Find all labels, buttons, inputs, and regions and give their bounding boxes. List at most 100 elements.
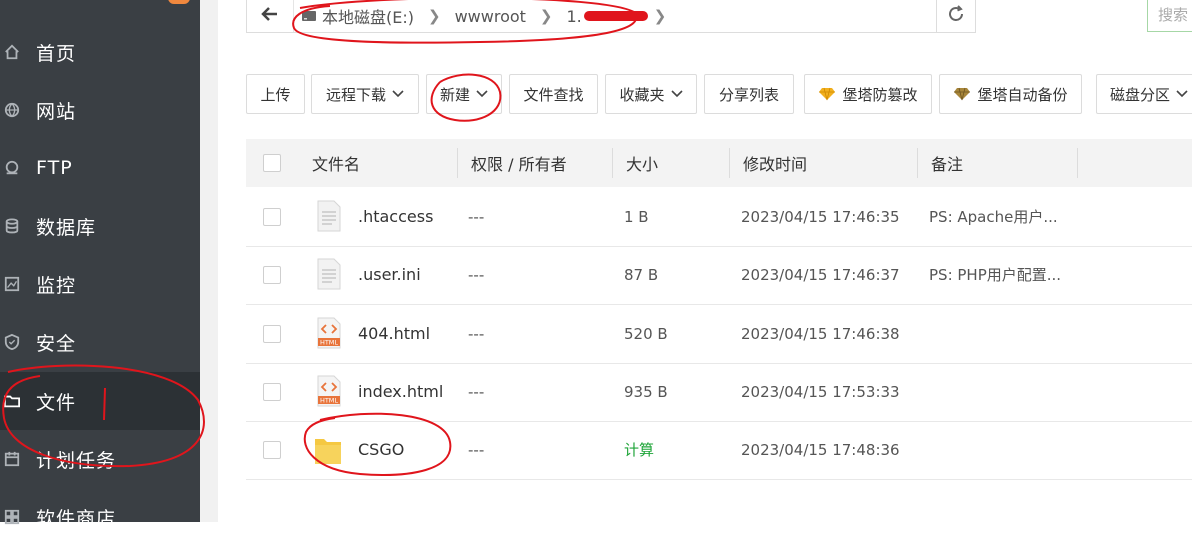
sidebar-item-label: 数据库 (36, 216, 97, 239)
chevron-down-icon (392, 90, 404, 98)
sidebar-item-monitor[interactable]: 监控 (0, 255, 200, 313)
globe-icon (4, 102, 20, 118)
upload-label: 上传 (260, 85, 291, 104)
sidebar: 首页 网站 FTP 数据库 监控 安全 文件 计划任务 软件商店 (0, 0, 200, 530)
sidebar-item-cron[interactable]: 计划任务 (0, 430, 200, 488)
folder-icon (315, 439, 341, 464)
auto-backup-label: 堡塔自动备份 (977, 85, 1068, 104)
column-size[interactable]: 大小 (626, 139, 658, 187)
monitor-icon (4, 276, 20, 292)
ftp-icon (4, 160, 20, 176)
sidebar-item-label: 文件 (36, 391, 77, 414)
refresh-icon (946, 4, 966, 28)
file-mtime: 2023/04/15 17:53:33 (741, 383, 900, 401)
file-name[interactable]: 404.html (358, 305, 430, 363)
new-label: 新建 (439, 85, 470, 104)
sidebar-item-label: 网站 (36, 100, 77, 123)
sidebar-item-website[interactable]: 网站 (0, 81, 200, 139)
breadcrumb-site[interactable]: 1. (567, 7, 648, 26)
column-divider (457, 148, 458, 178)
file-name[interactable]: .user.ini (358, 246, 421, 304)
auto-backup-button[interactable]: 堡塔自动备份 (939, 74, 1082, 114)
file-name[interactable]: .htaccess (358, 188, 433, 246)
file-icon (317, 258, 341, 290)
arrow-left-icon (261, 5, 279, 27)
chevron-right-icon: ❯ (539, 7, 553, 25)
table-row[interactable]: .user.ini --- 87 B 2023/04/15 17:46:37 P… (246, 246, 1192, 305)
row-checkbox[interactable] (263, 266, 281, 284)
share-list-label: 分享列表 (718, 85, 779, 104)
file-permission: --- (468, 266, 485, 284)
breadcrumb-drive[interactable]: 本地磁盘(E:) (322, 4, 414, 28)
file-note: PS: PHP用户配置... (929, 266, 1062, 284)
file-search-button[interactable]: 文件查找 (509, 74, 598, 114)
column-divider (612, 148, 613, 178)
sidebar-item-label: 计划任务 (36, 449, 117, 472)
back-button[interactable] (247, 0, 294, 32)
chevron-right-icon: ❯ (653, 7, 667, 25)
html-file-icon: HTML (317, 375, 341, 407)
sidebar-item-home[interactable]: 首页 (0, 23, 200, 81)
column-permission[interactable]: 权限 / 所有者 (471, 139, 567, 187)
table-row[interactable]: .htaccess --- 1 B 2023/04/15 17:46:35 PS… (246, 188, 1192, 247)
row-checkbox[interactable] (263, 441, 281, 459)
file-name[interactable]: index.html (358, 363, 443, 421)
remote-download-button[interactable]: 远程下载 (311, 74, 419, 114)
html-badge-text: HTML (320, 397, 338, 405)
column-divider (917, 148, 918, 178)
row-checkbox[interactable] (263, 383, 281, 401)
calculate-size-link[interactable]: 计算 (624, 421, 654, 479)
sidebar-item-security[interactable]: 安全 (0, 313, 200, 371)
breadcrumb: 本地磁盘(E:) ❯ wwwroot ❯ 1. ❯ (301, 0, 680, 32)
chevron-down-icon (1176, 90, 1188, 98)
sidebar-item-database[interactable]: 数据库 (0, 197, 200, 255)
share-list-button[interactable]: 分享列表 (704, 74, 794, 114)
column-mtime[interactable]: 修改时间 (743, 139, 807, 187)
column-divider (729, 148, 730, 178)
row-checkbox[interactable] (263, 325, 281, 343)
file-mtime: 2023/04/15 17:46:37 (741, 266, 900, 284)
html-badge-text: HTML (320, 339, 338, 347)
calendar-icon (4, 451, 20, 467)
column-name[interactable]: 文件名 (312, 139, 360, 187)
search-input[interactable]: 搜索 (1147, 0, 1192, 32)
file-permission: --- (468, 208, 485, 226)
file-icon (317, 200, 341, 232)
row-checkbox[interactable] (263, 208, 281, 226)
sidebar-item-store[interactable]: 软件商店 (0, 488, 200, 546)
file-size: 935 B (624, 383, 668, 401)
redaction-mark (583, 11, 648, 21)
favorites-button[interactable]: 收藏夹 (605, 74, 697, 114)
database-icon (4, 218, 20, 234)
file-size: 87 B (624, 266, 659, 284)
select-all-checkbox[interactable] (263, 154, 281, 172)
sidebar-item-ftp[interactable]: FTP (0, 139, 200, 197)
store-icon (4, 509, 20, 525)
disk-partition-label: 磁盘分区 (1110, 85, 1171, 104)
html-file-icon: HTML (317, 317, 341, 349)
path-bar[interactable]: 本地磁盘(E:) ❯ wwwroot ❯ 1. ❯ (246, 0, 976, 33)
breadcrumb-wwwroot[interactable]: wwwroot (455, 7, 526, 26)
chevron-down-icon (476, 90, 488, 98)
chevron-down-icon (670, 90, 683, 98)
table-row[interactable]: HTML 404.html --- 520 B 2023/04/15 17:46… (246, 305, 1192, 364)
remote-download-label: 远程下载 (325, 85, 386, 104)
table-row[interactable]: HTML index.html --- 935 B 2023/04/15 17:… (246, 363, 1192, 422)
upload-button[interactable]: 上传 (246, 74, 305, 114)
file-permission: --- (468, 383, 485, 401)
new-button[interactable]: 新建 (426, 74, 502, 114)
column-note[interactable]: 备注 (931, 139, 963, 187)
folder-name[interactable]: CSGO (358, 421, 404, 479)
refresh-button[interactable] (936, 0, 975, 32)
sidebar-item-files[interactable]: 文件 (0, 372, 200, 430)
file-mtime: 2023/04/15 17:48:36 (741, 441, 900, 459)
file-mtime: 2023/04/15 17:46:35 (741, 208, 900, 226)
diamond-icon (953, 87, 971, 101)
diamond-icon (818, 87, 836, 101)
file-search-label: 文件查找 (523, 85, 584, 104)
disk-partition-button[interactable]: 磁盘分区 (1096, 74, 1192, 114)
favorites-label: 收藏夹 (619, 85, 665, 104)
table-row[interactable]: CSGO --- 计算 2023/04/15 17:48:36 (246, 421, 1192, 480)
sidebar-item-label: 软件商店 (36, 507, 117, 530)
tamper-proof-button[interactable]: 堡塔防篡改 (804, 74, 932, 114)
